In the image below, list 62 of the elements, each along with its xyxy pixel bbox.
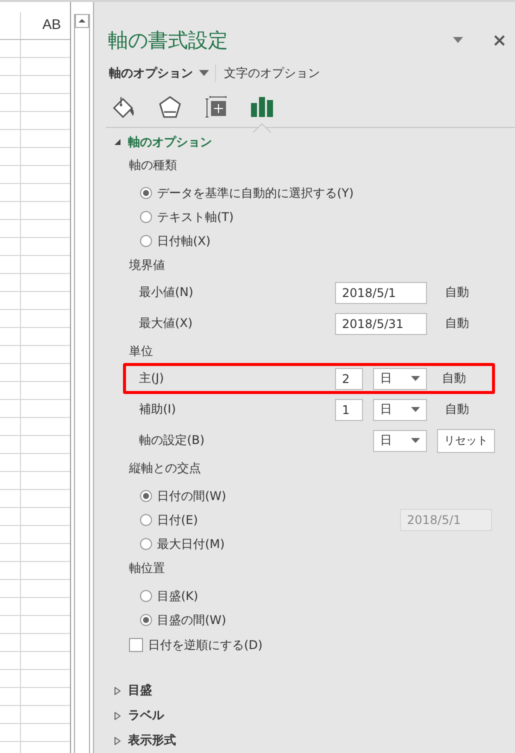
section-header[interactable]: 軸のオプション bbox=[128, 134, 212, 151]
value-field[interactable]: 2018/5/31 bbox=[335, 312, 427, 335]
tab[interactable]: 文字のオプション bbox=[224, 64, 320, 82]
radio-button[interactable] bbox=[140, 187, 152, 200]
auto-label: 自動 bbox=[442, 370, 466, 388]
radio-button[interactable] bbox=[140, 490, 152, 502]
group-heading: 境界値 bbox=[128, 257, 166, 274]
dropdown-icon[interactable] bbox=[452, 36, 464, 44]
radio-button[interactable] bbox=[140, 211, 152, 224]
field-label: 主(J) bbox=[139, 370, 165, 388]
bar-chart-icon[interactable] bbox=[251, 96, 273, 117]
option-label[interactable]: 目盛の間(W) bbox=[157, 612, 226, 629]
section-header[interactable]: ラベル bbox=[128, 707, 164, 724]
radio-button[interactable] bbox=[140, 235, 152, 248]
pane-title: 軸の書式設定 bbox=[108, 26, 229, 54]
expanded-arrow-icon[interactable] bbox=[114, 138, 121, 146]
checkbox[interactable] bbox=[129, 638, 143, 652]
unit-dropdown[interactable]: 日 bbox=[373, 368, 427, 390]
group-heading: 軸位置 bbox=[128, 560, 166, 578]
radio-button[interactable] bbox=[140, 590, 152, 602]
caret-icon bbox=[411, 376, 420, 382]
size-icon[interactable] bbox=[205, 96, 227, 118]
field-label: 補助(I) bbox=[139, 401, 177, 418]
caret-icon bbox=[411, 438, 420, 444]
radio-button[interactable] bbox=[140, 614, 152, 626]
scroll-up-icon[interactable] bbox=[75, 14, 89, 28]
unit-dropdown[interactable]: 日 bbox=[373, 398, 427, 421]
auto-label: 自動 bbox=[445, 284, 469, 302]
option-label[interactable]: テキスト軸(T) bbox=[157, 208, 234, 226]
number-field[interactable]: 2 bbox=[335, 368, 363, 390]
field-label: 軸の設定(B) bbox=[139, 432, 206, 450]
group-heading: 単位 bbox=[128, 343, 154, 360]
auto-label: 自動 bbox=[445, 401, 469, 418]
option-label[interactable]: 目盛(K) bbox=[157, 588, 198, 605]
caret-icon bbox=[199, 70, 209, 76]
pentagon-icon[interactable] bbox=[159, 96, 181, 118]
caret-icon bbox=[411, 407, 420, 412]
reset-button[interactable]: リセット bbox=[437, 428, 495, 453]
value-field[interactable]: 2018/5/1 bbox=[335, 282, 427, 304]
column-header[interactable]: AB bbox=[21, 12, 70, 39]
auto-label: 自動 bbox=[445, 315, 469, 332]
option-label[interactable]: 日付の間(W) bbox=[157, 488, 226, 505]
group-heading: 軸の種類 bbox=[128, 157, 178, 174]
collapsed-arrow-icon[interactable] bbox=[114, 686, 121, 695]
collapsed-arrow-icon[interactable] bbox=[114, 736, 121, 744]
option-label[interactable]: 最大日付(M) bbox=[157, 536, 225, 553]
collapsed-arrow-icon[interactable] bbox=[114, 712, 121, 720]
unit-dropdown[interactable]: 日 bbox=[373, 430, 427, 452]
option-label[interactable]: データを基準に自動的に選択する(Y) bbox=[157, 184, 354, 202]
option-label[interactable]: 日付を逆順にする(D) bbox=[148, 636, 263, 654]
field-label: 最小値(N) bbox=[139, 284, 194, 302]
number-field[interactable]: 1 bbox=[335, 398, 363, 421]
option-label[interactable]: 日付軸(X) bbox=[157, 232, 211, 250]
field-label: 最大値(X) bbox=[139, 315, 194, 332]
section-header[interactable]: 表示形式 bbox=[128, 732, 176, 749]
radio-button[interactable] bbox=[140, 538, 152, 550]
close-icon[interactable] bbox=[494, 34, 505, 46]
tab-pointer-icon bbox=[253, 122, 271, 133]
group-heading: 縦軸との交点 bbox=[128, 460, 202, 478]
paint-bucket-icon[interactable] bbox=[112, 94, 136, 119]
section-header[interactable]: 目盛 bbox=[128, 682, 152, 700]
tab[interactable]: 軸のオプション bbox=[109, 64, 209, 82]
